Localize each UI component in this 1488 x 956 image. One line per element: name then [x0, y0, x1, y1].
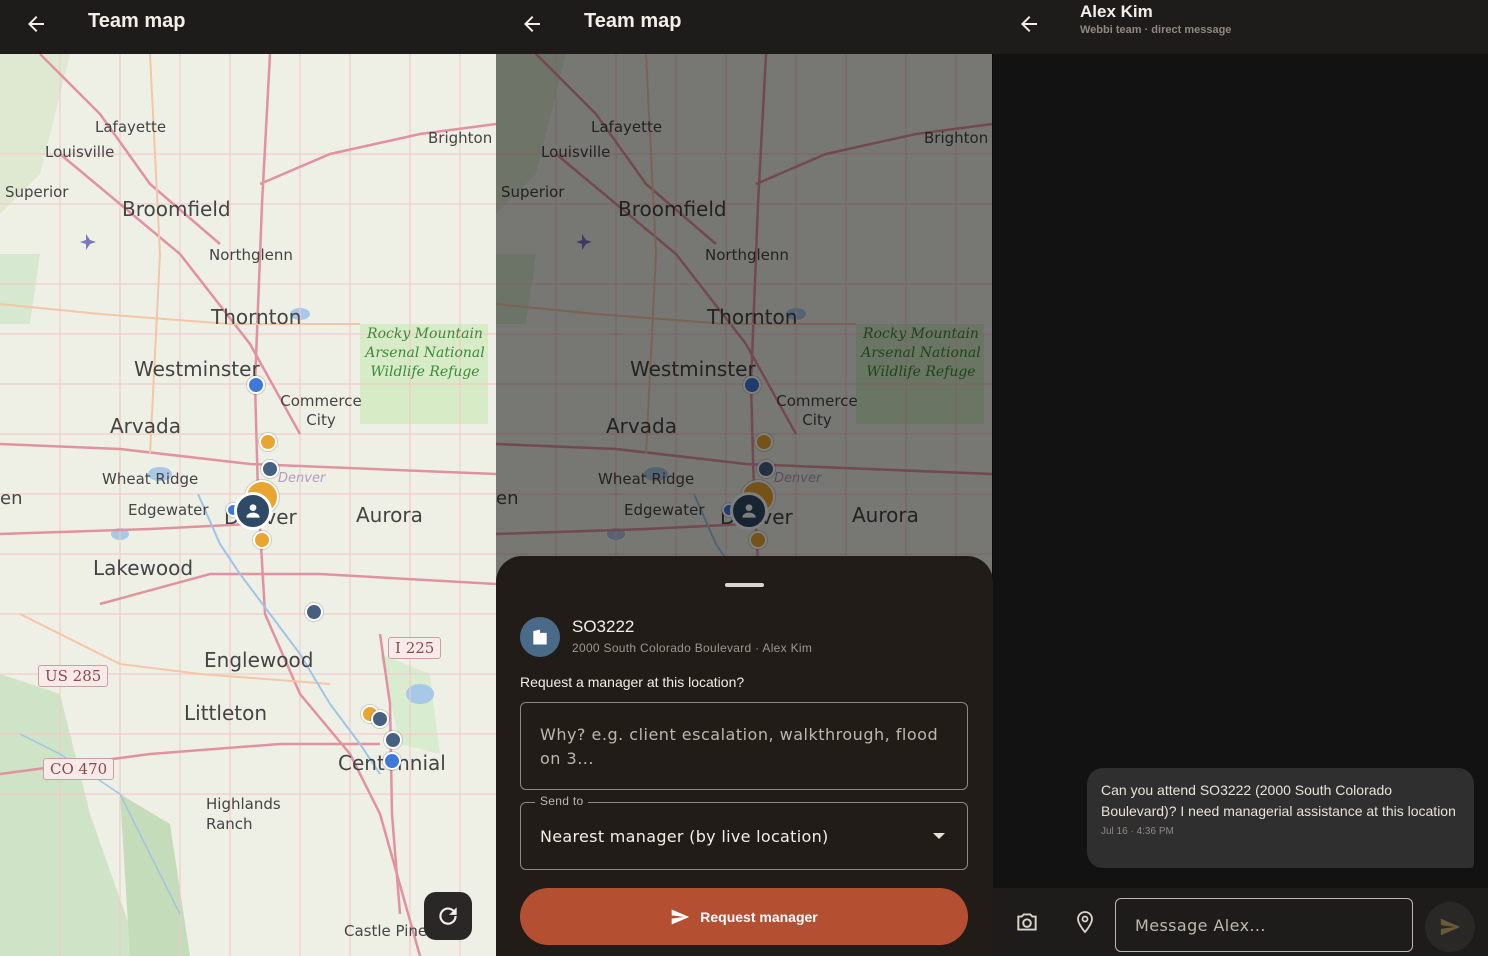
send-to-value: Nearest manager (by live location) — [540, 827, 829, 846]
highway-shield-us285: US 285 — [38, 665, 109, 687]
map-label-brighton: Brighton — [428, 129, 493, 147]
map-label-englewood: Englewood — [204, 648, 314, 672]
app-bar: Team map — [496, 0, 993, 54]
map-label-aurora: Aurora — [356, 503, 423, 527]
map-marker[interactable] — [305, 603, 323, 621]
map-label-thornton: Thornton — [211, 305, 302, 329]
camera-button[interactable] — [1013, 908, 1041, 936]
refresh-icon — [439, 907, 457, 925]
building-icon — [533, 629, 547, 645]
reason-input[interactable] — [540, 723, 948, 769]
arrow-left-icon — [524, 16, 540, 32]
map-marker[interactable] — [384, 731, 402, 749]
map-label-edge: en — [0, 488, 23, 509]
location-button[interactable] — [1071, 908, 1099, 936]
send-icon — [1440, 918, 1461, 936]
map-label-arvada: Arvada — [110, 414, 181, 438]
reason-field[interactable] — [520, 702, 968, 790]
map-marker[interactable] — [371, 710, 389, 728]
page-title: Team map — [88, 10, 186, 32]
map-label-edgewater: Edgewater — [128, 501, 209, 519]
back-button[interactable] — [18, 6, 54, 42]
chat-app-bar: Alex Kim Webbi team · direct message — [993, 0, 1488, 54]
map-label-superior: Superior — [5, 183, 69, 201]
site-avatar — [520, 617, 560, 657]
map-label-commerce-city: Commerce City — [280, 392, 362, 429]
request-manager-screen: Team map SO3222 2000 South Colorado Boul… — [496, 0, 993, 956]
message-composer — [993, 888, 1488, 956]
send-to-label: Send to — [535, 794, 589, 808]
contact-subtitle: Webbi team · direct message — [1080, 24, 1232, 36]
arrow-left-icon — [1021, 16, 1037, 32]
map-label-northglenn: Northglenn — [209, 246, 293, 264]
map-label-refuge: Rocky Mountain Arsenal National Wildlife… — [365, 326, 485, 380]
send-button[interactable] — [1425, 902, 1475, 952]
back-button[interactable] — [514, 6, 550, 42]
message-text: Can you attend SO3222 (2000 South Colora… — [1101, 782, 1456, 819]
contact-name: Alex Kim — [1080, 2, 1153, 21]
map-marker[interactable] — [253, 531, 271, 549]
message-bubble[interactable]: Can you attend SO3222 (2000 South Colora… — [1087, 768, 1474, 868]
request-manager-label: Request manager — [700, 908, 818, 925]
map-label-broomfield: Broomfield — [122, 197, 231, 221]
camera-icon — [1017, 913, 1037, 931]
app-bar: Team map — [0, 0, 496, 54]
map-label-louisville: Louisville — [45, 143, 115, 161]
map-label-denver-small: Denver — [278, 471, 326, 486]
site-code: SO3222 — [572, 617, 635, 636]
map-marker[interactable] — [261, 460, 279, 478]
map-label-lafayette: Lafayette — [95, 118, 167, 136]
site-address: 2000 South Colorado Boulevard · Alex Kim — [572, 641, 813, 655]
location-pin-icon — [1077, 911, 1093, 934]
request-manager-button[interactable]: Request manager — [520, 888, 968, 945]
map-label-westminster: Westminster — [134, 357, 260, 381]
highway-shield-co470: CO 470 — [43, 758, 115, 780]
map-label-littleton: Littleton — [184, 701, 267, 725]
highway-shield-i225: I 225 — [388, 637, 442, 659]
map-label-lakewood: Lakewood — [93, 556, 194, 580]
message-input[interactable] — [1115, 898, 1413, 952]
person-icon — [246, 504, 260, 518]
request-question: Request a manager at this location? — [520, 674, 745, 690]
current-user-marker[interactable] — [234, 492, 272, 530]
chat-screen: Alex Kim Webbi team · direct message Can… — [993, 0, 1488, 956]
map-label-castle-pines: Castle Pines — [344, 922, 435, 940]
refresh-button[interactable] — [424, 892, 472, 940]
request-manager-sheet: SO3222 2000 South Colorado Boulevard · A… — [496, 556, 993, 956]
dropdown-caret-icon — [933, 833, 945, 839]
arrow-left-icon — [28, 16, 44, 32]
sheet-drag-handle[interactable] — [725, 583, 764, 587]
send-icon — [671, 909, 690, 924]
map-label-highlands-ranch: Highlands Ranch — [206, 795, 281, 833]
back-button[interactable] — [1011, 6, 1047, 42]
map-label-wheat-ridge: Wheat Ridge — [102, 470, 199, 488]
send-to-select[interactable]: Send to Nearest manager (by live locatio… — [520, 794, 968, 870]
page-title: Team map — [584, 10, 682, 32]
message-timestamp: Jul 16 · 4:36 PM — [1101, 826, 1174, 837]
map-marker[interactable] — [259, 433, 277, 451]
team-map-screen: Team map Lafayette Louisville Brighton S… — [0, 0, 496, 956]
map-marker[interactable] — [247, 376, 265, 394]
map-marker[interactable] — [383, 752, 401, 770]
map-view[interactable]: Lafayette Louisville Brighton Superior B… — [0, 54, 496, 956]
